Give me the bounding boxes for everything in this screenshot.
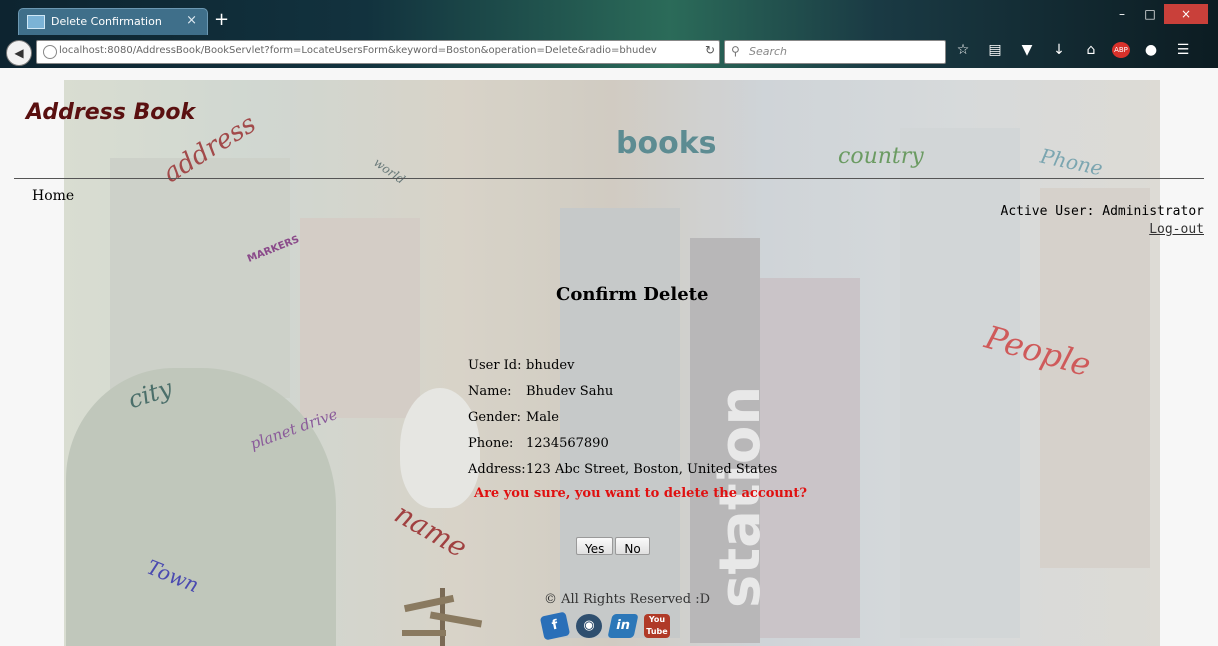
browser-toolbar: ☆ ▤ ▼ ↓ ⌂ ABP ● ☰ (952, 42, 1194, 58)
detail-label: Address: (468, 461, 526, 477)
detail-value: Male (526, 409, 559, 425)
chat-icon[interactable]: ● (1140, 42, 1162, 58)
reading-list-icon[interactable]: ▤ (984, 42, 1006, 58)
background-building (300, 218, 420, 418)
tab-title: Delete Confirmation (51, 15, 162, 28)
back-button[interactable]: ◀ (6, 40, 32, 66)
home-icon[interactable]: ⌂ (1080, 42, 1102, 58)
detail-label: User Id: (468, 357, 522, 373)
adblock-icon[interactable]: ABP (1112, 42, 1130, 58)
detail-row: Name: Bhudev Sahu (468, 378, 777, 404)
detail-value: bhudev (526, 357, 575, 373)
background-word-country: country (838, 144, 924, 169)
url-text[interactable]: localhost:8080/AddressBook/BookServlet?f… (59, 45, 657, 56)
active-user-label: Active User: Administrator (1000, 204, 1205, 219)
linkedin-icon[interactable]: in (607, 614, 639, 638)
signpost-icon (402, 588, 483, 646)
detail-row: Phone: 1234567890 (468, 430, 777, 456)
search-input[interactable]: Search (749, 45, 787, 58)
header-divider (14, 178, 1204, 179)
background-word-books: books (616, 126, 717, 161)
youtube-icon[interactable]: You Tube (644, 614, 670, 638)
close-window-button[interactable]: × (1164, 4, 1208, 24)
navigation-bar: ◀ localhost:8080/AddressBook/BookServlet… (0, 34, 1218, 66)
download-icon[interactable]: ↓ (1048, 42, 1070, 58)
background-building (1040, 188, 1150, 568)
page-content: station address world books country Phon… (0, 68, 1218, 646)
page-title: Confirm Delete (556, 284, 709, 305)
github-icon[interactable]: ◉ (576, 614, 602, 638)
url-bar[interactable]: localhost:8080/AddressBook/BookServlet?f… (36, 40, 720, 64)
pocket-icon[interactable]: ▼ (1016, 42, 1038, 58)
detail-label: Phone: (468, 435, 514, 451)
yes-button[interactable]: Yes (576, 537, 614, 556)
nav-home-link[interactable]: Home (32, 188, 74, 204)
detail-label: Gender: (468, 409, 522, 425)
reload-icon[interactable]: ↻ (705, 43, 715, 57)
detail-row: Gender: Male (468, 404, 777, 430)
page-favicon-icon (27, 15, 45, 29)
globe-icon (43, 45, 57, 59)
detail-row: Address: 123 Abc Street, Boston, United … (468, 456, 777, 482)
bookmark-star-icon[interactable]: ☆ (952, 42, 974, 58)
maximize-button[interactable]: □ (1136, 4, 1164, 24)
confirm-buttons: Yes No (576, 537, 650, 556)
minimize-button[interactable]: – (1108, 4, 1136, 24)
detail-label: Name: (468, 383, 512, 399)
detail-value: Bhudev Sahu (526, 383, 614, 399)
search-icon: ⚲ (731, 44, 740, 58)
search-bar[interactable]: ⚲ Search (724, 40, 946, 64)
window-controls: – □ × (1108, 4, 1208, 24)
new-tab-icon[interactable]: + (214, 9, 229, 30)
social-links: f ◉ in You Tube (539, 611, 670, 641)
menu-icon[interactable]: ☰ (1172, 42, 1194, 58)
browser-tab[interactable]: Delete Confirmation × (18, 8, 208, 35)
logout-link[interactable]: Log-out (1149, 222, 1204, 237)
copyright-text: © All Rights Reserved :D (544, 592, 710, 607)
background-tree (66, 368, 336, 646)
brand-title: Address Book (26, 100, 196, 125)
detail-row: User Id: bhudev (468, 352, 777, 378)
background-building (110, 158, 290, 398)
no-button[interactable]: No (615, 537, 650, 556)
close-tab-icon[interactable]: × (186, 13, 197, 28)
facebook-icon[interactable]: f (539, 611, 571, 641)
delete-warning: Are you sure, you want to delete the acc… (474, 486, 807, 501)
browser-chrome: Delete Confirmation × + – □ × ◀ localhos… (0, 0, 1218, 68)
detail-value: 123 Abc Street, Boston, United States (526, 461, 778, 477)
account-details: User Id: bhudev Name: Bhudev Sahu Gender… (468, 352, 777, 482)
detail-value: 1234567890 (526, 435, 609, 451)
